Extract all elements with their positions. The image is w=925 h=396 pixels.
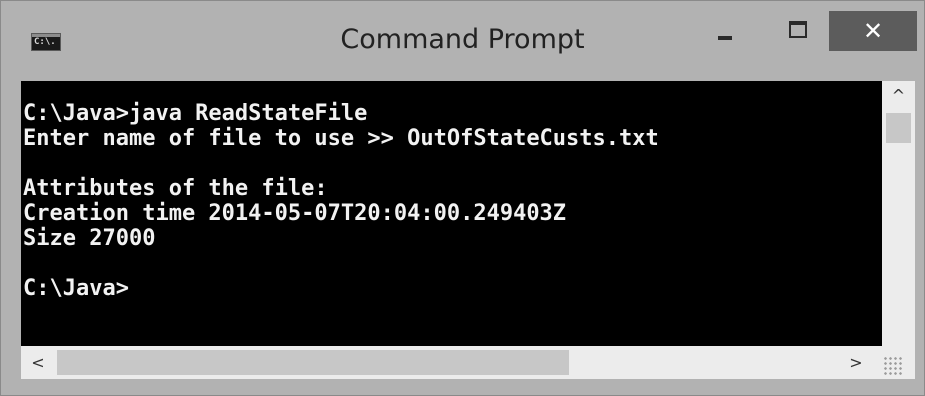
close-icon[interactable]: ✕ — [829, 11, 917, 51]
minimize-icon[interactable] — [701, 13, 751, 53]
console-line: Attributes of the file: — [23, 176, 328, 201]
chevron-left-icon[interactable]: < — [21, 346, 55, 379]
vertical-scrollbar[interactable]: ^ ⌄ — [882, 81, 915, 363]
maximize-icon[interactable] — [774, 13, 824, 53]
horizontal-scrollbar[interactable]: < > — [21, 346, 915, 379]
console-line: Enter name of file to use >> OutOfStateC… — [23, 126, 659, 151]
resize-grip-icon[interactable] — [883, 356, 903, 376]
console-prompt: C:\Java> — [23, 276, 129, 301]
title-bar[interactable]: C:\. Command Prompt ✕ — [1, 1, 924, 81]
console-line: Creation time 2014-05-07T20:04:00.249403… — [23, 201, 567, 226]
vertical-scroll-thumb[interactable] — [886, 113, 911, 143]
horizontal-scroll-thumb[interactable] — [57, 350, 569, 375]
console-line: Size 27000 — [23, 226, 156, 251]
chevron-up-icon[interactable]: ^ — [882, 81, 915, 111]
console-output[interactable]: C:\Java>java ReadStateFile Enter name of… — [21, 81, 882, 346]
command-prompt-window: C:\. Command Prompt ✕ C:\Java>java ReadS… — [0, 0, 925, 396]
chevron-right-icon[interactable]: > — [839, 346, 873, 379]
console-line: C:\Java>java ReadStateFile — [23, 101, 368, 126]
